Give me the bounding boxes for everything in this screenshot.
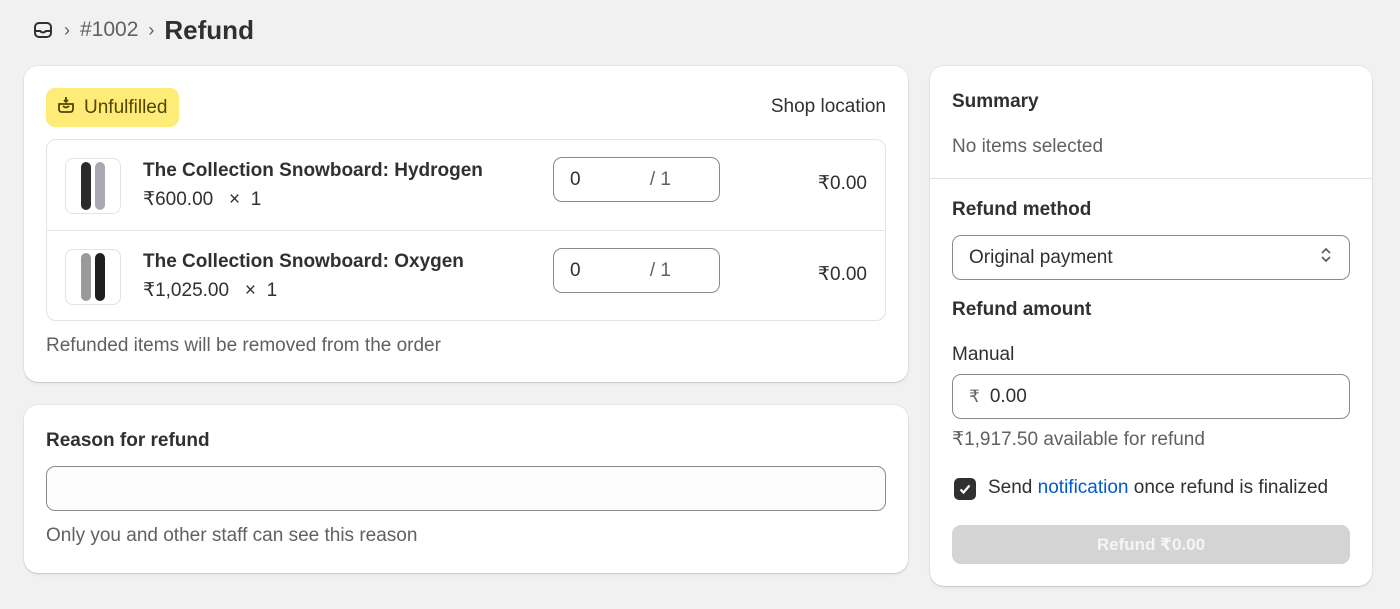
page-title: Refund [164,14,254,45]
divider [930,178,1372,179]
max-quantity: / 1 [649,168,671,190]
summary-title: Summary [952,91,1039,112]
line-total: ₹0.00 [817,264,867,285]
refund-items-card: Unfulfilled Shop location The Collection… [24,66,908,382]
product-name[interactable]: The Collection Snowboard: Oxygen [143,251,464,273]
reason-title: Reason for refund [46,430,210,451]
reason-input[interactable] [46,466,886,511]
manual-label: Manual [952,344,1015,365]
summary-status: No items selected [952,136,1104,157]
checkmark-icon [959,484,971,495]
refund-quantity-value[interactable]: 0 [570,169,650,191]
product-thumbnail [65,158,121,214]
refund-quantity-input[interactable]: 0 / 1 [553,248,720,293]
refund-items-note: Refunded items will be removed from the … [46,335,441,356]
breadcrumb-order-link[interactable]: #1002 [80,18,138,42]
refund-method-label: Refund method [952,199,1092,220]
chevron-right-icon: › [64,19,70,40]
line-items-list: The Collection Snowboard: Hydrogen ₹600.… [46,139,886,321]
select-arrows-icon [1319,246,1333,270]
line-item: The Collection Snowboard: Hydrogen ₹600.… [47,140,885,230]
refund-button[interactable]: Refund ₹0.00 [952,525,1350,564]
notification-link[interactable]: notification [1038,477,1129,498]
line-total: ₹0.00 [817,173,867,194]
product-price-line: ₹1,025.00 × 1 [143,280,278,301]
breadcrumb: › #1002 › Refund [32,14,254,46]
currency-symbol: ₹ [969,386,980,406]
product-thumbnail [65,249,121,305]
product-price-line: ₹600.00 × 1 [143,189,262,210]
notification-checkbox[interactable] [954,478,976,500]
chevron-right-icon: › [148,19,155,40]
refund-summary-card: Summary No items selected Refund method … [930,66,1372,586]
unfulfilled-icon [56,95,76,121]
notification-label[interactable]: Send notification once refund is finaliz… [988,477,1328,499]
refund-method-value: Original payment [969,246,1113,268]
product-name[interactable]: The Collection Snowboard: Hydrogen [143,160,483,182]
refund-reason-card: Reason for refund Only you and other sta… [24,405,908,573]
max-quantity: / 1 [649,259,671,281]
location-label: Shop location [770,96,886,117]
available-for-refund: ₹1,917.50 available for refund [952,429,1205,450]
status-badge-label: Unfulfilled [84,96,168,118]
reason-help-text: Only you and other staff can see this re… [46,525,418,546]
refund-quantity-input[interactable]: 0 / 1 [553,157,720,202]
orders-icon[interactable] [32,19,54,41]
refund-amount-value[interactable]: 0.00 [990,386,1027,408]
refund-amount-label: Refund amount [952,299,1092,320]
refund-quantity-value[interactable]: 0 [570,260,650,282]
refund-amount-input[interactable]: ₹ 0.00 [952,374,1350,419]
line-item: The Collection Snowboard: Oxygen ₹1,025.… [47,230,885,320]
refund-method-select[interactable]: Original payment [952,235,1350,280]
status-badge: Unfulfilled [46,88,180,127]
